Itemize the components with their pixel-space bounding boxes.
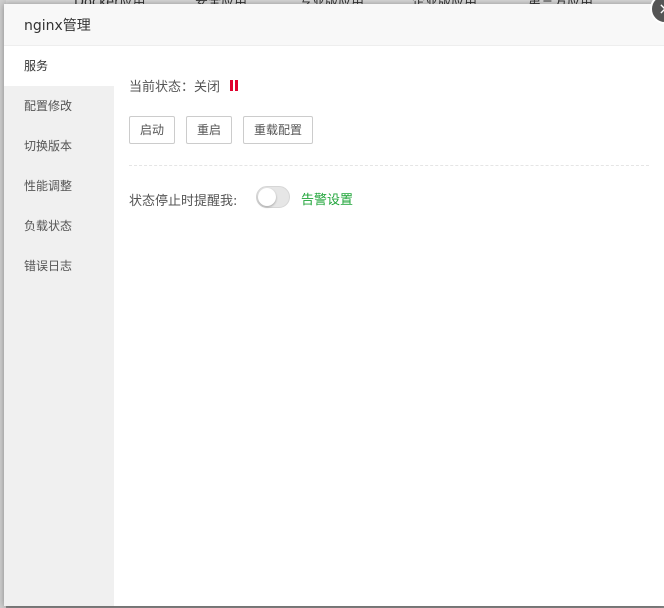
divider: [129, 165, 649, 166]
stop-alert-toggle[interactable]: [256, 186, 290, 208]
stop-alert-label: 状态停止时提醒我:: [129, 194, 238, 209]
start-button[interactable]: 启动: [129, 116, 176, 144]
sidebar-item-service[interactable]: 服务: [4, 46, 114, 86]
dialog-title: nginx管理: [24, 18, 91, 34]
alert-settings-link[interactable]: 告警设置: [301, 189, 353, 208]
sidebar-item-load-status[interactable]: 负载状态: [4, 206, 114, 246]
service-status: 当前状态：关闭: [129, 76, 239, 95]
reload-config-button[interactable]: 重载配置: [243, 116, 314, 144]
sidebar-item-switch-version[interactable]: 切换版本: [4, 126, 114, 166]
toggle-knob: [258, 188, 276, 206]
nginx-manager-dialog: nginx管理 × 服务 配置修改 切换版本 性能调整 负载状态 错误日志 当前…: [4, 0, 664, 606]
service-panel: 当前状态：关闭 启动 重启 重载配置 状态停止时提醒我: 告警设置: [129, 46, 649, 586]
sidebar-item-error-log[interactable]: 错误日志: [4, 246, 114, 286]
service-actions: 启动 重启 重载配置: [129, 116, 324, 144]
restart-button[interactable]: 重启: [186, 116, 233, 144]
status-label: 当前状态：: [129, 80, 195, 95]
sidebar-item-config-edit[interactable]: 配置修改: [4, 86, 114, 126]
dialog-header: nginx管理: [4, 4, 664, 46]
dialog-sidebar: 服务 配置修改 切换版本 性能调整 负载状态 错误日志: [4, 46, 114, 606]
sidebar-item-performance[interactable]: 性能调整: [4, 166, 114, 206]
status-value: 关闭: [194, 80, 221, 95]
pause-icon: [230, 80, 239, 91]
